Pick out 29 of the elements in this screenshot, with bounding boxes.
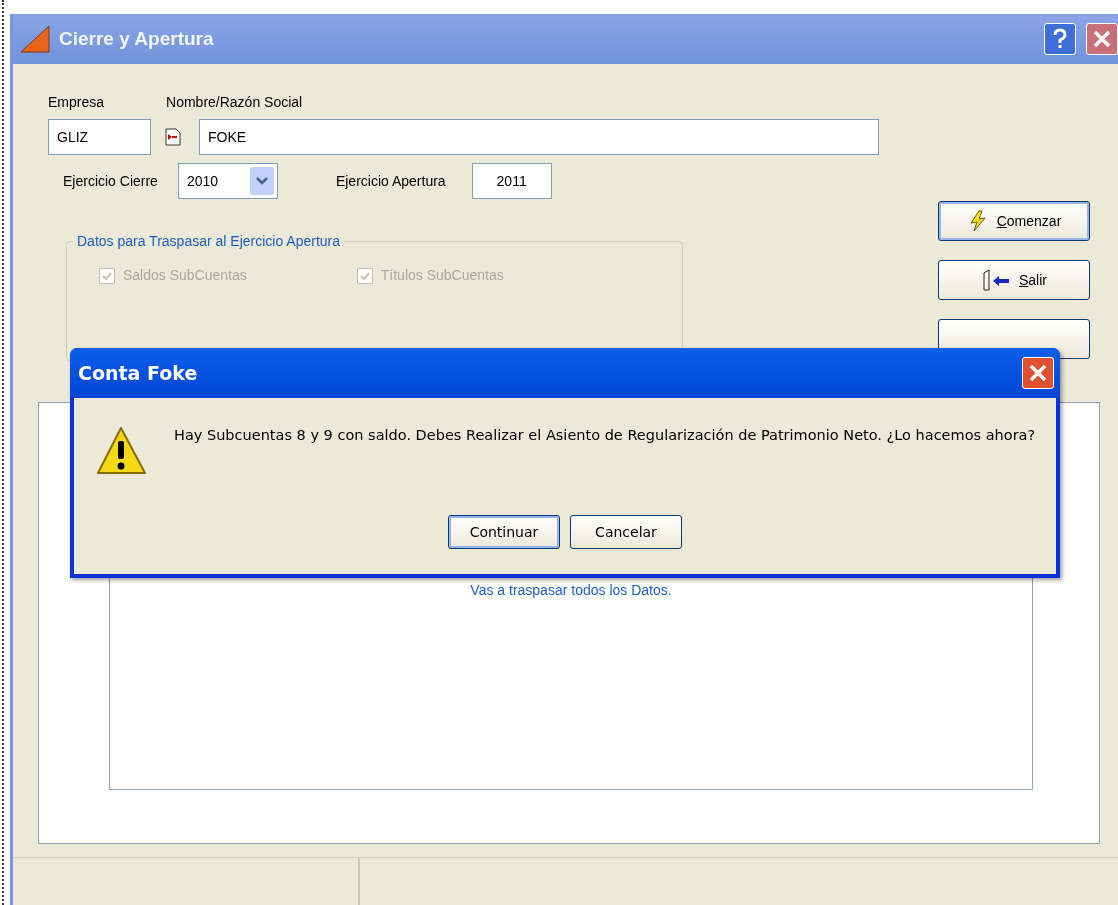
window-title: Cierre y Apertura bbox=[59, 26, 214, 51]
lookup-icon bbox=[165, 128, 181, 146]
close-button[interactable] bbox=[1022, 357, 1054, 389]
door-arrow-icon bbox=[981, 269, 1011, 291]
input-field[interactable]: GLIZ bbox=[48, 119, 151, 155]
warning-icon bbox=[95, 425, 147, 477]
close-button[interactable] bbox=[1086, 23, 1118, 55]
field-label: Empresa bbox=[48, 93, 105, 112]
dialog-button[interactable]: Cancelar bbox=[570, 515, 682, 549]
dropdown[interactable]: 2010 bbox=[177, 163, 278, 199]
dialog-button[interactable]: Continuar bbox=[448, 515, 560, 549]
dialog-message: Hay Subcuentas 8 y 9 con saldo. Debes Realizar el Asiento de Regularización de Patrimonio Neto. ¿Lo hacemos ahora? bbox=[174, 426, 1036, 445]
field-label: Ejercicio Cierre bbox=[63, 171, 158, 191]
help-button[interactable] bbox=[1044, 23, 1076, 55]
exit-button[interactable]: Salir bbox=[938, 260, 1090, 300]
field-label: Ejercicio Apertura bbox=[335, 171, 446, 191]
help-icon bbox=[1052, 28, 1068, 50]
close-icon bbox=[1029, 364, 1047, 382]
start-button[interactable]: Comenzar bbox=[938, 201, 1090, 241]
input-field[interactable]: 2011 bbox=[471, 163, 552, 199]
close-icon bbox=[1093, 30, 1111, 48]
checkbox-label: Saldos SubCuentas bbox=[123, 266, 247, 285]
app-icon bbox=[19, 24, 53, 54]
message-text: Vas a traspasar todos los Datos. bbox=[470, 581, 672, 600]
chevron-down-icon bbox=[249, 167, 274, 195]
input-field[interactable]: FOKE bbox=[199, 119, 879, 155]
dialog-title: Conta Foke bbox=[78, 360, 198, 386]
field-label: Nombre/Razón Social bbox=[166, 93, 303, 112]
checkbox-label: Títulos SubCuentas bbox=[380, 266, 504, 285]
